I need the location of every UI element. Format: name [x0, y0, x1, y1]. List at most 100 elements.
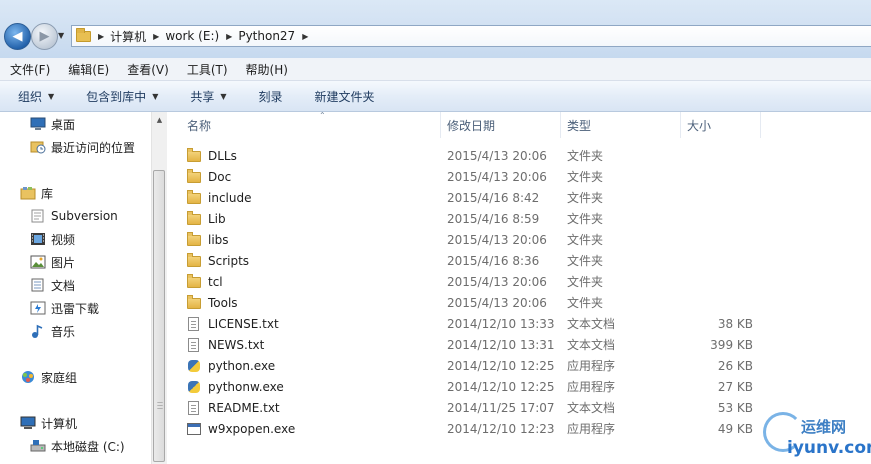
nav-item-pictures[interactable]: 图片: [30, 253, 75, 271]
folder-icon: [187, 273, 201, 290]
nav-scrollbar[interactable]: ▲ — — —: [151, 112, 167, 464]
nav-item-library[interactable]: 库: [20, 184, 53, 202]
file-row[interactable]: libs 2015/4/13 20:06 文件夹: [167, 229, 871, 250]
chevron-right-icon[interactable]: ▶: [302, 32, 308, 41]
nav-item-documents[interactable]: 文档: [30, 276, 75, 294]
breadcrumb-drive[interactable]: work (E:): [165, 29, 219, 43]
menu-file[interactable]: 文件(F): [0, 61, 58, 78]
nav-label: Subversion: [51, 209, 118, 223]
column-name-label: 名称: [187, 118, 212, 133]
scroll-up-button[interactable]: ▲: [152, 112, 167, 128]
file-row[interactable]: tcl 2015/4/13 20:06 文件夹: [167, 271, 871, 292]
menu-view[interactable]: 查看(V): [117, 61, 177, 78]
folder-icon: [187, 189, 201, 206]
file-date: 2014/12/10 13:33: [447, 316, 555, 331]
computer-icon: [20, 416, 36, 430]
nav-item-video[interactable]: 视频: [30, 230, 75, 248]
menu-tools[interactable]: 工具(T): [177, 61, 236, 78]
file-row[interactable]: pythonw.exe 2014/12/10 12:25 应用程序 27 KB: [167, 376, 871, 397]
file-name-cell: Lib: [187, 208, 226, 229]
file-date: 2014/12/10 12:25: [447, 379, 555, 394]
file-row[interactable]: NEWS.txt 2014/12/10 13:31 文本文档 399 KB: [167, 334, 871, 355]
file-size: [687, 271, 753, 292]
python-icon: [187, 358, 201, 374]
nav-item-thunder-download[interactable]: 迅雷下载: [30, 299, 99, 317]
column-header-name[interactable]: ⌃ 名称: [181, 111, 441, 138]
menu-help[interactable]: 帮助(H): [236, 61, 296, 78]
picture-icon: [30, 255, 46, 269]
file-row[interactable]: Scripts 2015/4/16 8:36 文件夹: [167, 250, 871, 271]
file-name: w9xpopen.exe: [208, 421, 296, 436]
burn-button[interactable]: 刻录: [241, 88, 297, 105]
nav-item-desktop[interactable]: 桌面: [30, 115, 75, 133]
chevron-right-icon[interactable]: ▶: [153, 32, 159, 41]
file-name: pythonw.exe: [208, 379, 284, 394]
include-in-library-button[interactable]: 包含到库中 ▼: [68, 88, 172, 105]
file-size: 399 KB: [710, 337, 753, 352]
file-name: libs: [208, 232, 229, 247]
file-row[interactable]: python.exe 2014/12/10 12:25 应用程序 26 KB: [167, 355, 871, 376]
file-name-cell: pythonw.exe: [187, 376, 284, 397]
column-header-date[interactable]: 修改日期: [441, 112, 561, 138]
file-name-cell: DLLs: [187, 145, 237, 166]
address-field[interactable]: ▶ 计算机 ▶ work (E:) ▶ Python27 ▶: [71, 25, 871, 47]
new-folder-button[interactable]: 新建文件夹: [297, 88, 389, 105]
file-row[interactable]: Tools 2015/4/13 20:06 文件夹: [167, 292, 871, 313]
file-row[interactable]: DLLs 2015/4/13 20:06 文件夹: [167, 145, 871, 166]
organize-button[interactable]: 组织 ▼: [0, 88, 68, 105]
disk-icon: [30, 439, 46, 453]
file-name-cell: Doc: [187, 166, 231, 187]
file-type: 文本文档: [567, 401, 616, 415]
folder-icon: [187, 252, 201, 269]
file-name-cell: Scripts: [187, 250, 249, 271]
column-header-size[interactable]: 大小: [681, 112, 761, 138]
share-label: 共享: [190, 89, 215, 104]
file-row[interactable]: include 2015/4/16 8:42 文件夹: [167, 187, 871, 208]
back-button[interactable]: ◀: [4, 23, 31, 50]
file-date: 2015/4/16 8:59: [447, 211, 540, 226]
breadcrumb-folder[interactable]: Python27: [238, 29, 295, 43]
file-type: 应用程序: [567, 380, 616, 394]
forward-button[interactable]: ▶: [31, 23, 58, 50]
folder-icon: [187, 294, 201, 311]
nav-label: 视频: [51, 232, 76, 247]
nav-item-computer[interactable]: 计算机: [20, 414, 77, 432]
file-row[interactable]: LICENSE.txt 2014/12/10 13:33 文本文档 38 KB: [167, 313, 871, 334]
nav-item-subversion[interactable]: Subversion: [30, 207, 118, 225]
file-name-cell: w9xpopen.exe: [187, 418, 295, 439]
file-size: 53 KB: [717, 400, 753, 415]
chevron-right-icon[interactable]: ▶: [226, 32, 232, 41]
file-name: Scripts: [208, 253, 250, 268]
nav-item-homegroup[interactable]: 家庭组: [20, 368, 77, 386]
file-type: 文件夹: [567, 191, 604, 205]
nav-item-local-disk-c[interactable]: 本地磁盘 (C:): [30, 437, 125, 455]
address-bar: ◀ ▶ ▼ ▶ 计算机 ▶ work (E:) ▶ Python27 ▶: [0, 0, 871, 58]
column-date-label: 修改日期: [447, 118, 496, 133]
nav-item-music[interactable]: 音乐: [30, 322, 75, 340]
breadcrumb-computer[interactable]: 计算机: [110, 28, 146, 45]
file-row[interactable]: Lib 2015/4/16 8:59 文件夹: [167, 208, 871, 229]
file-name: Doc: [208, 169, 232, 184]
recent-pages-dropdown[interactable]: ▼: [58, 31, 64, 40]
nav-item-recent[interactable]: 最近访问的位置: [30, 138, 135, 156]
file-row[interactable]: Doc 2015/4/13 20:06 文件夹: [167, 166, 871, 187]
folder-icon: [76, 27, 91, 42]
share-button[interactable]: 共享 ▼: [172, 88, 240, 105]
watermark-title: 运维网: [801, 418, 847, 436]
chevron-right-icon[interactable]: ▶: [98, 32, 104, 41]
scrollbar-thumb[interactable]: — — —: [153, 170, 165, 462]
file-name: Tools: [208, 295, 238, 310]
nav-label: 库: [41, 186, 54, 201]
menu-edit[interactable]: 编辑(E): [58, 61, 117, 78]
file-date: 2014/11/25 17:07: [447, 400, 555, 415]
new-folder-label: 新建文件夹: [314, 89, 375, 104]
file-type: 文件夹: [567, 233, 604, 247]
python-icon: [187, 379, 201, 395]
column-header-type[interactable]: 类型: [561, 112, 681, 138]
document-icon: [30, 278, 46, 292]
file-name-cell: NEWS.txt: [187, 334, 264, 355]
file-date: 2015/4/13 20:06: [447, 169, 547, 184]
file-size: [687, 166, 753, 187]
file-size: [687, 292, 753, 313]
sort-up-icon: ⌃: [319, 111, 326, 120]
